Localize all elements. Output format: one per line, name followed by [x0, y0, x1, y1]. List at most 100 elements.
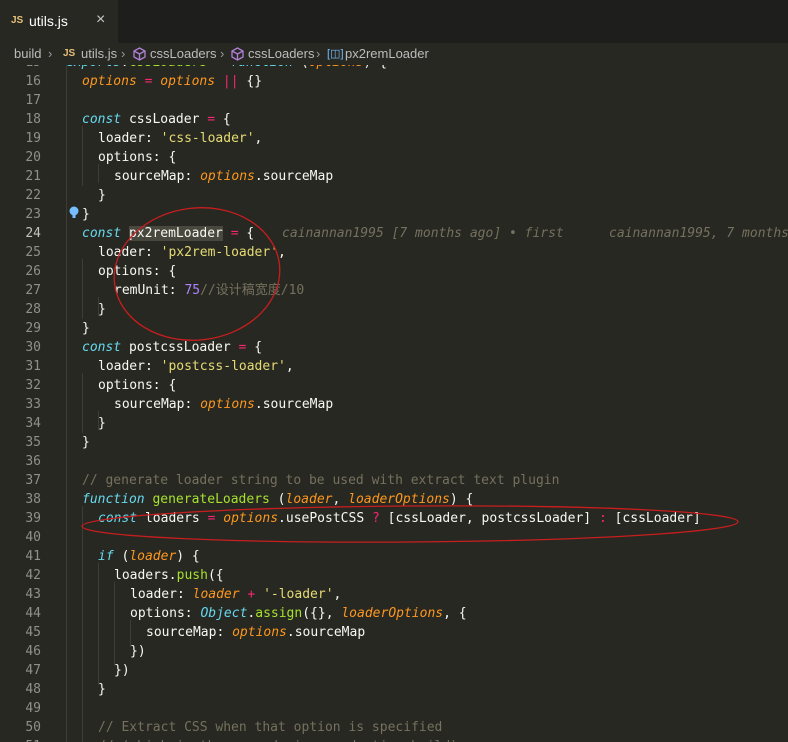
- code-token: options:: [130, 606, 201, 621]
- line-number: 32: [25, 378, 41, 393]
- code-token: {: [215, 112, 231, 127]
- code-token: generateLoaders: [152, 492, 270, 507]
- code-token: loader: [192, 587, 240, 602]
- code-line: const cssLoader = {: [82, 110, 231, 129]
- code-token: loader: [285, 492, 333, 507]
- blame-hover: cainannan1995, 7 months: [609, 226, 788, 241]
- tab-utils-js[interactable]: JS utils.js ×: [0, 0, 118, 43]
- code-line: sourceMap: options.sourceMap: [146, 623, 365, 642]
- line-number: 36: [25, 454, 41, 469]
- line-number: 25: [25, 245, 41, 260]
- code-line: if (loader) {: [98, 547, 200, 566]
- code-line: sourceMap: options.sourceMap: [114, 167, 333, 186]
- breadcrumb-px2remloader[interactable]: px2remLoader: [345, 46, 429, 61]
- code-token: =: [215, 65, 223, 70]
- code-token: sourceMap:: [146, 625, 233, 640]
- code-token: =: [207, 112, 216, 127]
- chevron-right-icon: ›: [48, 46, 53, 61]
- code-token: sourceMap:: [114, 397, 201, 412]
- code-token: //设计稿宽度/10: [200, 283, 305, 298]
- code-token: (: [269, 492, 286, 507]
- indent-guide: [82, 506, 83, 742]
- line-number: 31: [25, 359, 41, 374]
- code-line: options: Object.assign({}, loaderOptions…: [130, 604, 467, 623]
- line-number: 35: [25, 435, 41, 450]
- line-number: 18: [25, 112, 41, 127]
- line-number: 26: [25, 264, 41, 279]
- code-token: px2remLoader: [128, 226, 223, 241]
- code-token: options: [309, 65, 364, 70]
- code-token: cssLoader: [121, 112, 208, 127]
- chevron-right-icon: ›: [220, 46, 225, 61]
- breadcrumb-build[interactable]: build: [14, 46, 41, 61]
- code-token: '-loader': [263, 587, 334, 602]
- line-number: 39: [25, 511, 41, 526]
- code-token: options: {: [98, 264, 177, 279]
- code-line: }: [98, 680, 106, 699]
- js-file-icon: JS: [63, 48, 76, 59]
- breadcrumb-utils-js[interactable]: utils.js: [81, 46, 117, 61]
- code-token: loaders: [137, 511, 208, 526]
- code-token: =: [230, 226, 239, 241]
- code-token: function: [230, 65, 293, 70]
- indent-guide: [82, 259, 83, 319]
- chevron-right-icon: ›: [316, 46, 321, 61]
- code-line: // Extract CSS when that option is speci…: [98, 718, 442, 737]
- code-line: function generateLoaders (loader, loader…: [82, 490, 473, 509]
- code-line: }: [82, 319, 90, 338]
- code-line: options: {: [98, 376, 176, 395]
- line-number: 45: [25, 625, 41, 640]
- code-token: [cssLoader]: [606, 511, 701, 526]
- code-token: const: [82, 112, 122, 127]
- code-token: }: [98, 416, 106, 431]
- code-editor[interactable]: 15exports.cssLoaders = function (options…: [0, 65, 788, 742]
- code-line: loader: 'postcss-loader',: [98, 357, 294, 376]
- line-number: 37: [25, 473, 41, 488]
- variable-field-icon: [◫]: [327, 48, 344, 60]
- line-number: 20: [25, 150, 41, 165]
- line-number: 34: [25, 416, 41, 431]
- line-number: 48: [25, 682, 41, 697]
- code-token: {: [246, 340, 263, 355]
- code-token: Object: [200, 606, 248, 621]
- code-token: loaders.: [114, 568, 177, 583]
- breadcrumb-cssloaders-2[interactable]: cssLoaders: [248, 46, 314, 61]
- line-number: 33: [25, 397, 41, 412]
- code-token: ) {: [176, 549, 200, 564]
- js-file-icon: JS: [11, 15, 24, 26]
- code-token: :: [598, 511, 607, 526]
- code-line: loader: loader + '-loader',: [130, 585, 341, 604]
- code-token: sourceMap:: [114, 169, 201, 184]
- code-token: options: {: [98, 378, 177, 393]
- code-line: const px2remLoader = {: [82, 224, 254, 243]
- indent-guide: [82, 373, 83, 433]
- line-number: 29: [25, 321, 41, 336]
- code-token: loader:: [98, 131, 161, 146]
- breadcrumb: build › JS utils.js › cssLoaders › cssLo…: [0, 43, 788, 65]
- line-number: 50: [25, 720, 41, 735]
- lightbulb-icon[interactable]: [68, 205, 82, 219]
- line-number: 30: [25, 340, 41, 355]
- code-token: cssLoaders: [129, 65, 207, 70]
- code-line: loader: 'css-loader',: [98, 129, 262, 148]
- code-token: options: [200, 397, 255, 412]
- close-icon[interactable]: ×: [96, 11, 105, 29]
- breadcrumb-cssloaders[interactable]: cssLoaders: [150, 46, 216, 61]
- code-token: .usePostCSS: [278, 511, 372, 526]
- chevron-right-icon: ›: [121, 46, 126, 61]
- line-number: 51: [0, 737, 41, 742]
- line-number: 23: [25, 207, 41, 222]
- code-token: const: [82, 226, 122, 241]
- code-token: ?: [371, 511, 380, 526]
- indent-guide: [66, 65, 67, 742]
- line-number: 43: [25, 587, 41, 602]
- code-token: .sourceMap: [286, 625, 366, 640]
- line-number: 38: [25, 492, 41, 507]
- code-token: }: [98, 302, 106, 317]
- code-token: [cssLoader, postcssLoader]: [379, 511, 599, 526]
- code-token: options: [200, 169, 255, 184]
